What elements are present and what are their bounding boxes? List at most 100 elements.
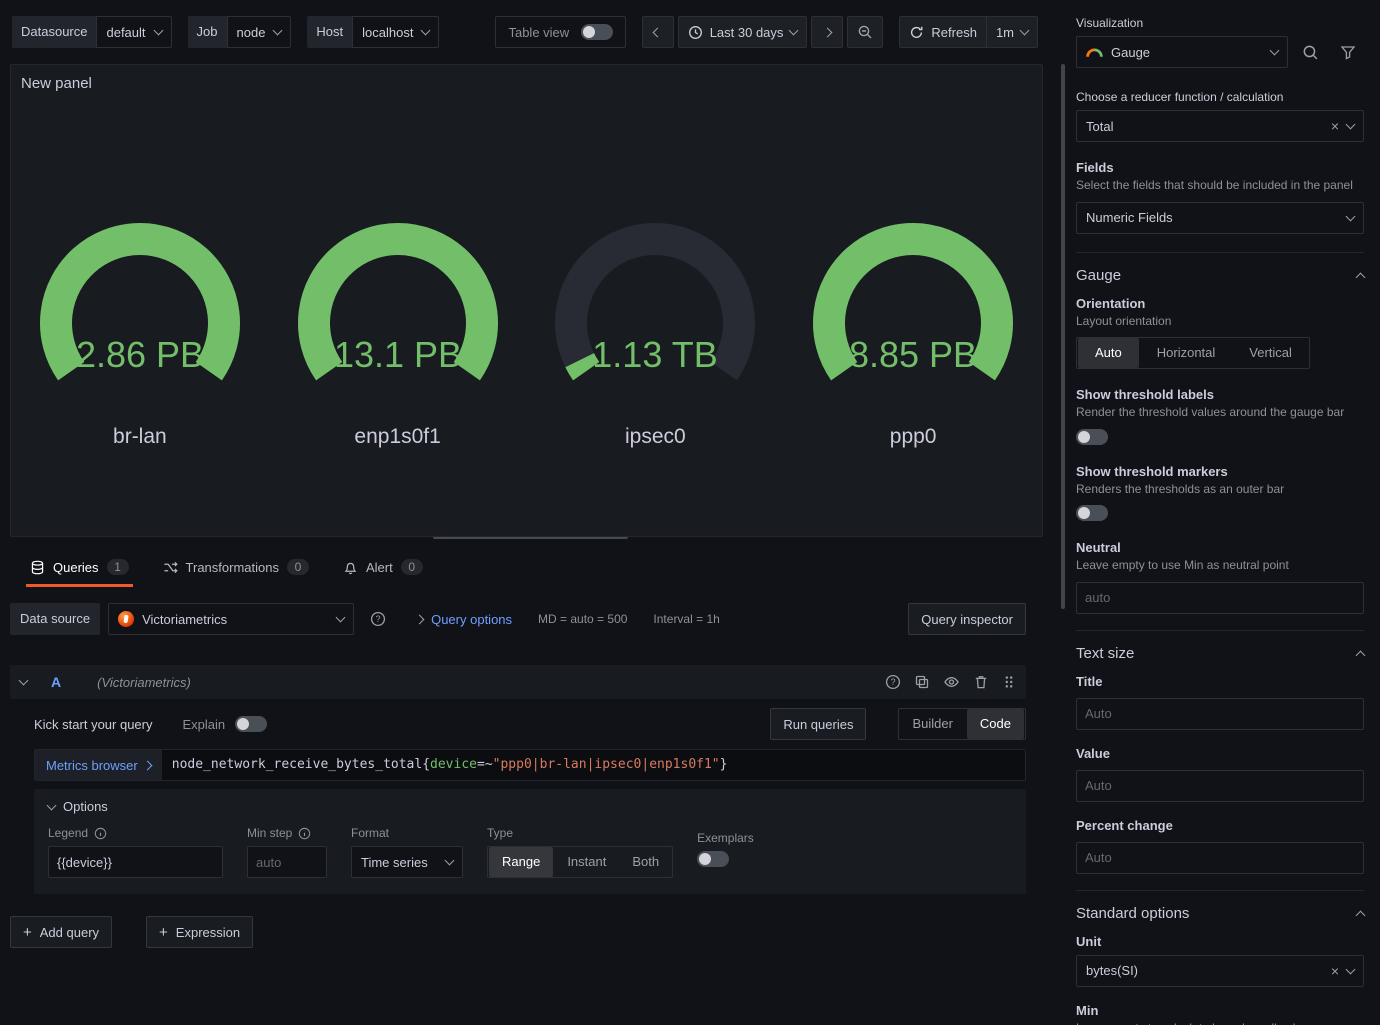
datasource-select[interactable]: default — [96, 16, 172, 48]
legend-input[interactable] — [48, 846, 223, 878]
panel-options-pane: Visualization Gauge Choose a reducer fun… — [1060, 0, 1380, 1025]
drag-handle-icon[interactable] — [1002, 674, 1016, 690]
run-queries-label: Run queries — [783, 716, 854, 732]
zoom-out-button[interactable] — [847, 16, 884, 48]
options-collapse-button[interactable]: Options — [46, 799, 108, 814]
kick-start-button[interactable]: Kick start your query — [34, 717, 153, 732]
percent-change-input[interactable] — [1076, 841, 1364, 874]
reducer-value: Total — [1086, 118, 1114, 134]
query-card-a: A (Victoriametrics) ? Kick start your qu… — [10, 665, 1026, 894]
query-options-panel: Options Legend {{device}} Min step auto … — [34, 789, 1026, 894]
type-range-option[interactable]: Range — [489, 847, 554, 877]
duplicate-query-icon[interactable] — [914, 674, 930, 690]
filter-options-button[interactable] — [1332, 36, 1364, 68]
min-step-input[interactable] — [247, 846, 327, 878]
refresh-interval-select[interactable]: 1m — [985, 16, 1038, 48]
chevron-up-icon — [1355, 650, 1366, 661]
neutral-input[interactable] — [1076, 581, 1364, 614]
type-instant-option[interactable]: Instant — [554, 847, 619, 877]
query-header[interactable]: A (Victoriametrics) ? — [10, 665, 1026, 699]
host-control: Host localhost — [307, 16, 440, 48]
time-shift-back-button[interactable] — [641, 16, 674, 48]
neutral-label: Neutral — [1076, 540, 1121, 556]
threshold-markers-toggle[interactable] — [1076, 505, 1108, 522]
threshold-labels-toggle[interactable] — [1076, 428, 1108, 445]
datasource-label: Datasource — [12, 16, 97, 48]
visualization-picker[interactable]: Gauge — [1076, 36, 1288, 68]
visualization-value: Gauge — [1111, 44, 1151, 60]
min-step-label: Min step — [247, 826, 293, 840]
job-value: node — [236, 24, 266, 40]
panel-preview: New panel 2.86 PB br-lan 13.1 PB enp1s0f… — [10, 64, 1043, 537]
svg-text:?: ? — [376, 614, 381, 624]
title-size-input[interactable] — [1076, 697, 1364, 730]
fields-description: Select the fields that should be include… — [1076, 178, 1353, 192]
add-expression-button[interactable]: + Expression — [146, 916, 254, 948]
builder-option[interactable]: Builder — [899, 709, 965, 739]
section-standard-options[interactable]: Standard options — [1076, 889, 1366, 934]
value-size-input[interactable] — [1076, 769, 1364, 802]
reducer-select[interactable]: Total × — [1076, 110, 1364, 142]
chevron-down-icon — [1345, 964, 1356, 975]
unit-select[interactable]: bytes(SI) × — [1076, 954, 1364, 987]
query-options-toggle[interactable]: Query options MD = auto = 500 Interval =… — [414, 612, 720, 627]
time-range-picker[interactable]: Last 30 days — [677, 16, 808, 48]
threshold-markers-field: Show threshold markers Renders the thres… — [1076, 464, 1364, 525]
table-view-control: Table view — [495, 16, 627, 48]
tab-alert[interactable]: Alert 0 — [339, 551, 427, 587]
delete-query-icon[interactable] — [973, 674, 989, 690]
gauge-series-label: ppp0 — [889, 425, 937, 448]
section-gauge[interactable]: Gauge — [1076, 251, 1366, 296]
query-inspector-button[interactable]: Query inspector — [908, 603, 1026, 635]
exemplars-label: Exemplars — [697, 831, 754, 845]
gauge-fill — [565, 352, 600, 381]
time-shift-forward-button[interactable] — [811, 16, 844, 48]
metrics-browser-button[interactable]: Metrics browser — [35, 750, 162, 780]
add-query-button[interactable]: + Add query — [10, 916, 113, 948]
hide-query-icon[interactable] — [943, 674, 960, 690]
refresh-icon — [911, 26, 923, 38]
chevron-down-icon — [444, 855, 455, 866]
chevron-down-icon — [421, 25, 431, 36]
tab-count-badge: 1 — [106, 559, 129, 575]
promql-query-input[interactable]: node_network_receive_bytes_total{device=… — [161, 750, 1025, 780]
refresh-control: Refresh 1m — [899, 16, 1038, 48]
clear-icon[interactable]: × — [1331, 119, 1339, 133]
panel-title: New panel — [21, 75, 92, 92]
grafana-panel-editor: Datasource default Job node Host localho… — [0, 0, 1380, 1025]
orientation-auto-option[interactable]: Auto — [1078, 338, 1139, 369]
tab-queries[interactable]: Queries 1 — [26, 551, 133, 587]
reducer-label: Choose a reducer function / calculation — [1076, 90, 1284, 104]
search-options-button[interactable] — [1294, 36, 1326, 68]
query-expression-row: Metrics browser node_network_receive_byt… — [34, 749, 1026, 781]
explain-toggle[interactable] — [235, 716, 268, 732]
gauge-viz-icon — [1086, 47, 1103, 57]
chevron-down-icon — [788, 25, 799, 36]
gauge-arc: 13.1 PB — [297, 223, 498, 381]
datasource-help-button[interactable]: ? — [362, 603, 394, 635]
fields-select[interactable]: Numeric Fields — [1076, 201, 1364, 234]
options-scrollbar[interactable] — [1061, 64, 1065, 609]
host-select[interactable]: localhost — [352, 16, 440, 48]
orientation-horizontal-option[interactable]: Horizontal — [1140, 338, 1233, 368]
job-select[interactable]: node — [226, 16, 292, 48]
min-description: Leave empty to calculate based on all va… — [1076, 1021, 1364, 1025]
refresh-button[interactable]: Refresh — [899, 16, 986, 48]
label-token: device — [430, 757, 477, 772]
type-both-option[interactable]: Both — [619, 847, 672, 877]
format-select[interactable]: Time series — [351, 846, 463, 878]
table-view-toggle[interactable] — [581, 24, 614, 40]
exemplars-toggle[interactable] — [697, 851, 730, 867]
help-icon[interactable]: ? — [885, 674, 901, 690]
brace-token: } — [719, 757, 728, 772]
tab-transformations[interactable]: Transformations 0 — [159, 551, 313, 587]
clear-icon[interactable]: × — [1331, 964, 1339, 978]
code-option[interactable]: Code — [966, 709, 1024, 739]
run-queries-button[interactable]: Run queries — [770, 708, 867, 740]
orientation-vertical-option[interactable]: Vertical — [1232, 338, 1309, 368]
chevron-down-icon — [1269, 45, 1280, 56]
section-text-size[interactable]: Text size — [1076, 629, 1366, 674]
min-label: Min — [1076, 1002, 1099, 1018]
bell-icon — [344, 562, 357, 574]
data-source-picker[interactable]: Victoriametrics — [108, 603, 355, 635]
